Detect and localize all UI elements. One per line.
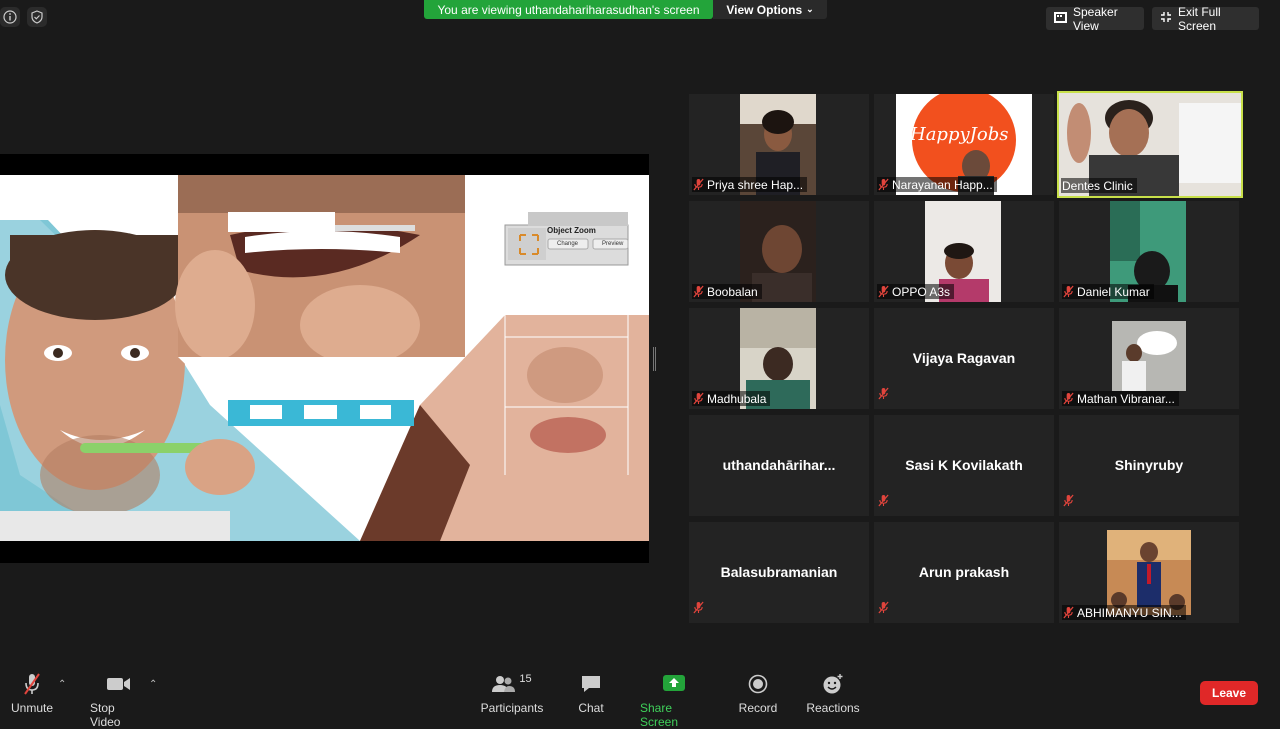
participant-tile[interactable]: Boobalan xyxy=(689,201,869,302)
unmute-button[interactable]: Unmute xyxy=(11,672,53,715)
smiley-reaction-icon xyxy=(822,672,844,696)
chat-button[interactable]: Chat xyxy=(577,672,605,715)
participant-name-label: ABHIMANYU SIN... xyxy=(1062,605,1186,620)
mic-muted-icon xyxy=(693,178,704,191)
participant-tile[interactable]: Arun prakash xyxy=(874,522,1054,623)
participant-tile[interactable]: Shinyruby xyxy=(1059,415,1239,516)
participants-button[interactable]: 15 Participants xyxy=(480,672,544,715)
speaker-view-icon xyxy=(1054,11,1067,26)
participant-name-label: Boobalan xyxy=(692,284,762,299)
leave-button[interactable]: Leave xyxy=(1200,681,1258,705)
participants-count: 15 xyxy=(519,673,532,685)
info-icon[interactable] xyxy=(0,7,20,27)
mic-muted-icon xyxy=(1063,494,1074,512)
mic-muted-icon xyxy=(1063,392,1074,405)
mic-muted-icon xyxy=(878,178,889,191)
chat-bubble-icon xyxy=(580,672,602,696)
participant-tile[interactable]: Vijaya Ragavan xyxy=(874,308,1054,409)
participant-name: Shinyruby xyxy=(1114,457,1184,473)
participant-name-label: Madhubala xyxy=(692,391,771,406)
reactions-label: Reactions xyxy=(806,701,860,715)
participant-tile[interactable]: ABHIMANYU SIN... xyxy=(1059,522,1239,623)
participant-name: Balasubramanian xyxy=(720,564,838,580)
share-screen-icon xyxy=(663,672,685,696)
share-screen-label: Share Screen xyxy=(640,701,679,729)
video-camera-icon xyxy=(107,672,131,696)
speaker-view-button[interactable]: Speaker View xyxy=(1046,4,1144,33)
participant-tile[interactable]: Daniel Kumar xyxy=(1059,201,1239,302)
mic-muted-icon xyxy=(878,601,889,619)
record-label: Record xyxy=(738,701,778,715)
chat-label: Chat xyxy=(578,701,604,715)
mic-muted-icon xyxy=(693,601,704,619)
participant-tile[interactable]: uthandahārihar... xyxy=(689,415,869,516)
participant-name-label: Narayanan Happ... xyxy=(877,177,997,192)
participant-name-label: Daniel Kumar xyxy=(1062,284,1154,299)
participant-name-label: Dentes Clinic xyxy=(1061,178,1137,193)
stop-video-label: Stop Video xyxy=(90,701,121,729)
chevron-down-icon: ⌄ xyxy=(806,4,814,14)
share-screen-button[interactable]: Share Screen xyxy=(640,672,708,729)
participant-name-label: OPPO A3s xyxy=(877,284,955,299)
participant-name: Sasi K Kovilakath xyxy=(905,457,1023,473)
viewing-screen-banner: You are viewing uthandahariharasudhan's … xyxy=(424,0,713,19)
mic-muted-icon xyxy=(22,672,42,696)
participant-video xyxy=(1107,530,1191,615)
object-zoom-change-button: Change xyxy=(557,241,579,247)
presentation-slide: Object Zoom Change Preview xyxy=(0,175,649,541)
participant-tile[interactable]: Balasubramanian xyxy=(689,522,869,623)
mic-muted-icon xyxy=(878,387,889,405)
participant-video xyxy=(1112,321,1186,391)
participant-tile[interactable]: HappyJobs Narayanan Happ... xyxy=(874,94,1054,195)
participant-name: Arun prakash xyxy=(918,564,1010,580)
participants-icon: 15 xyxy=(492,672,532,696)
participant-name-label: Mathan Vibranar... xyxy=(1062,391,1179,406)
exit-full-screen-button[interactable]: Exit Full Screen xyxy=(1152,4,1259,33)
happyjobs-logo: HappyJobs xyxy=(910,124,1009,145)
participant-tile[interactable]: Mathan Vibranar... xyxy=(1059,308,1239,409)
shared-screen: Object Zoom Change Preview xyxy=(0,154,649,563)
object-zoom-title: Object Zoom xyxy=(547,226,596,235)
mic-muted-icon xyxy=(878,285,889,298)
participant-tile[interactable]: Sasi K Kovilakath xyxy=(874,415,1054,516)
record-button[interactable]: Record xyxy=(739,672,777,715)
participant-tile[interactable]: OPPO A3s xyxy=(874,201,1054,302)
participant-name-label: Priya shree Hap... xyxy=(692,177,808,192)
exit-full-screen-label: Exit Full Screen xyxy=(1178,4,1221,33)
exit-full-screen-icon xyxy=(1160,11,1172,26)
mic-muted-icon xyxy=(1063,606,1074,619)
record-icon xyxy=(748,672,768,696)
video-options-caret-icon[interactable]: ⌃ xyxy=(149,679,157,690)
participant-name: Vijaya Ragavan xyxy=(912,350,1016,366)
participant-tile-active-speaker[interactable]: Dentes Clinic xyxy=(1057,91,1243,198)
audio-options-caret-icon[interactable]: ⌃ xyxy=(58,679,66,690)
mic-muted-icon xyxy=(693,285,704,298)
participants-label: Participants xyxy=(480,701,544,715)
mic-muted-icon xyxy=(878,494,889,512)
participant-tile[interactable]: Madhubala xyxy=(689,308,869,409)
reactions-button[interactable]: Reactions xyxy=(806,672,860,715)
participant-name: uthandahārihar... xyxy=(722,457,836,473)
splitter-handle[interactable] xyxy=(653,347,656,371)
participant-tile[interactable]: Priya shree Hap... xyxy=(689,94,869,195)
view-options-label: View Options xyxy=(726,2,803,17)
mic-muted-icon xyxy=(693,392,704,405)
view-options-button[interactable]: View Options ⌄ xyxy=(713,0,827,19)
security-shield-icon[interactable] xyxy=(27,7,47,27)
speaker-view-label: Speaker View xyxy=(1073,4,1118,33)
unmute-label: Unmute xyxy=(10,701,54,715)
stop-video-button[interactable]: Stop Video xyxy=(90,672,148,729)
object-zoom-preview-button: Preview xyxy=(602,241,624,247)
mic-muted-icon xyxy=(1063,285,1074,298)
